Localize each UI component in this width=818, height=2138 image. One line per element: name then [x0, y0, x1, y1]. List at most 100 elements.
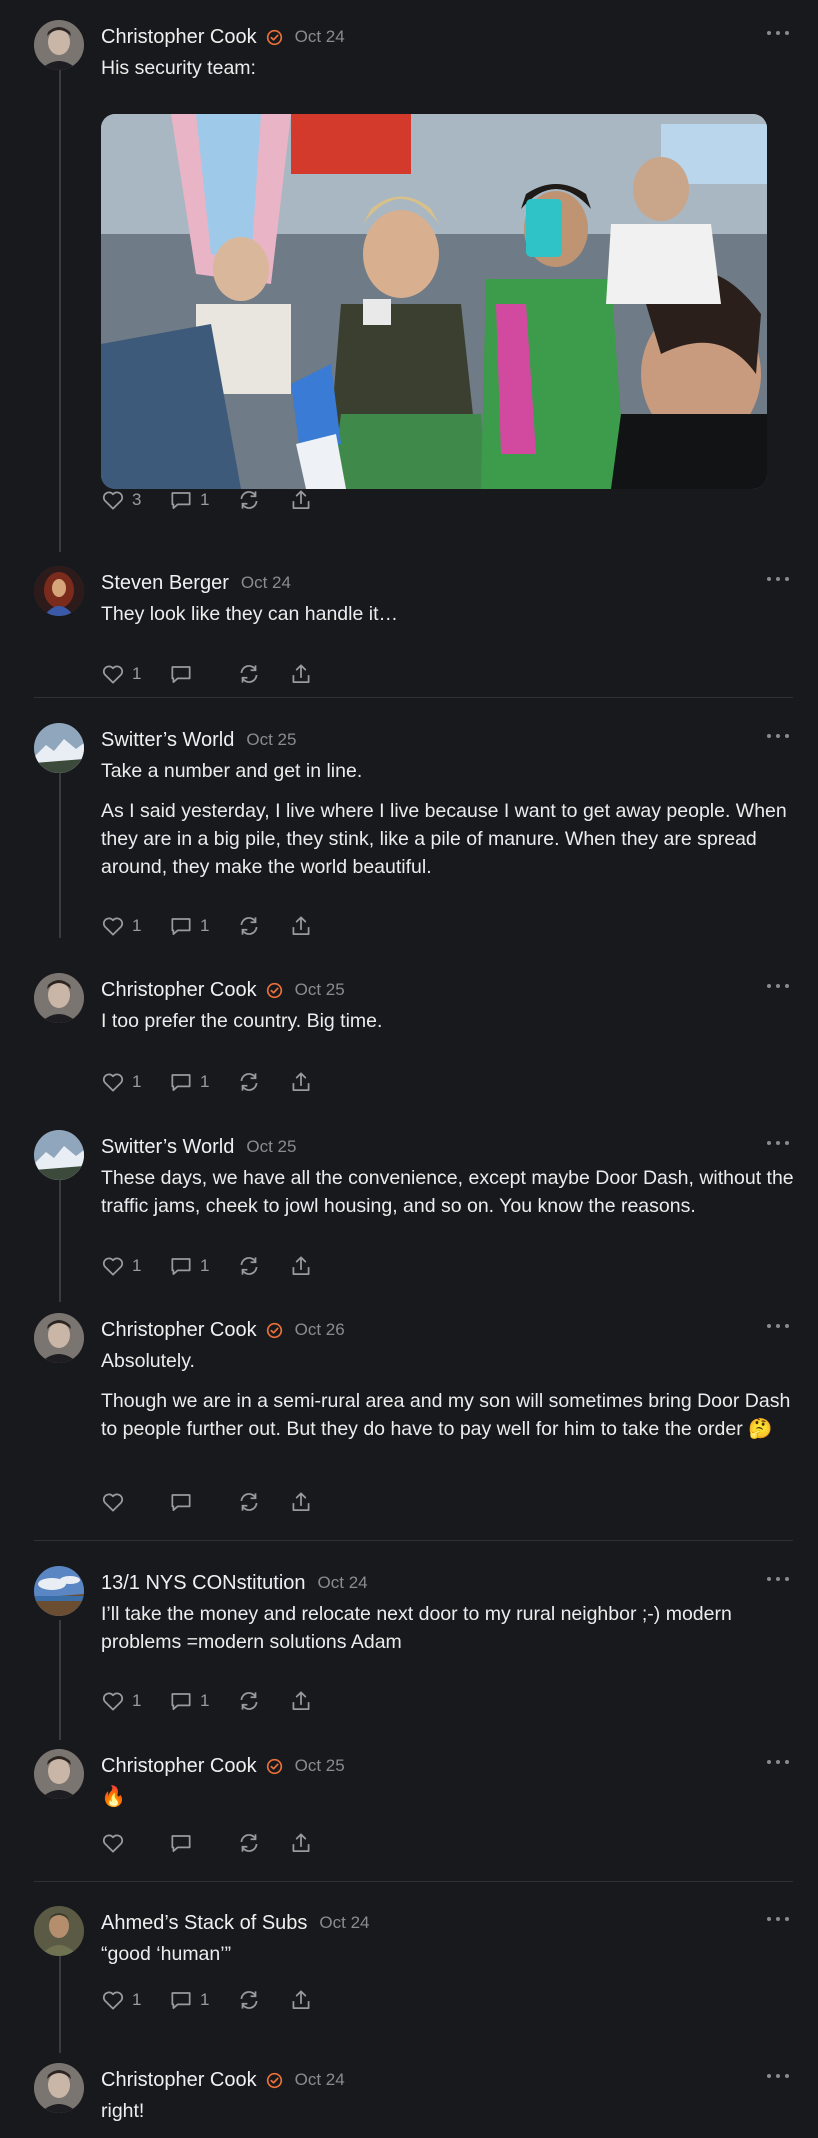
author-name[interactable]: Switter’s World — [101, 729, 234, 752]
comment-date[interactable]: Oct 24 — [318, 1573, 368, 1593]
comment-date[interactable]: Oct 24 — [295, 27, 345, 47]
author-name[interactable]: Christopher Cook — [101, 26, 257, 49]
reply-button[interactable]: 1 — [168, 487, 210, 513]
verified-badge-icon — [266, 29, 282, 45]
restack-button[interactable] — [236, 1987, 262, 2013]
more-options-icon[interactable] — [767, 979, 789, 993]
more-options-icon[interactable] — [767, 1136, 789, 1150]
verified-badge-icon — [266, 1322, 282, 1338]
share-button[interactable] — [288, 487, 314, 513]
like-button[interactable] — [100, 1489, 142, 1515]
thread-divider — [34, 1540, 793, 1541]
share-button[interactable] — [288, 1069, 314, 1095]
more-options-icon[interactable] — [767, 2069, 789, 2083]
author-name[interactable]: Christopher Cook — [101, 2069, 257, 2092]
restack-button[interactable] — [236, 1830, 262, 1856]
author-name[interactable]: Christopher Cook — [101, 1319, 257, 1342]
comment-date[interactable]: Oct 24 — [319, 1913, 369, 1933]
share-button[interactable] — [288, 913, 314, 939]
comment-text: I’ll take the money and relocate next do… — [101, 1603, 732, 1653]
heart-icon — [102, 665, 124, 684]
restack-icon — [240, 1834, 258, 1852]
comment-date[interactable]: Oct 24 — [241, 573, 291, 593]
avatar[interactable] — [34, 1313, 84, 1363]
author-name[interactable]: 13/1 NYS CONstitution — [101, 1572, 306, 1595]
avatar[interactable] — [34, 20, 84, 70]
comment-date[interactable]: Oct 26 — [295, 1320, 345, 1340]
more-options-icon[interactable] — [767, 1755, 789, 1769]
more-options-icon[interactable] — [767, 1912, 789, 1926]
avatar[interactable] — [34, 1906, 84, 1956]
like-button[interactable]: 1 — [100, 1069, 142, 1095]
author-name[interactable]: Switter’s World — [101, 1136, 234, 1159]
avatar[interactable] — [34, 2063, 84, 2113]
share-button[interactable] — [288, 1688, 314, 1714]
reply-button[interactable]: 1 — [168, 1253, 210, 1279]
reply-button[interactable]: 1 — [168, 1069, 210, 1095]
like-button[interactable]: 1 — [100, 913, 142, 939]
comment-date[interactable]: Oct 25 — [295, 1756, 345, 1776]
comment-bubble-icon — [171, 666, 191, 683]
more-options-icon[interactable] — [767, 1319, 789, 1333]
author-name[interactable]: Ahmed’s Stack of Subs — [101, 1912, 307, 1935]
comment-header: Christopher Cook Oct 24 — [101, 2065, 758, 2095]
comment-text: Though we are in a semi-rural area and m… — [101, 1390, 791, 1440]
fire-emoji: 🔥 — [101, 1786, 126, 1808]
author-name[interactable]: Christopher Cook — [101, 979, 257, 1002]
heart-icon — [102, 1493, 124, 1512]
reply-button[interactable]: 1 — [168, 913, 210, 939]
comment-date[interactable]: Oct 25 — [246, 1137, 296, 1157]
comment-date[interactable]: Oct 25 — [246, 730, 296, 750]
like-button[interactable]: 1 — [100, 661, 142, 687]
like-button[interactable]: 1 — [100, 1987, 142, 2013]
comment-bubble-icon — [171, 1992, 191, 2009]
comment-body: Absolutely. Though we are in a semi-rura… — [101, 1347, 798, 1455]
more-options-icon[interactable] — [767, 572, 789, 586]
reply-button[interactable] — [168, 1489, 210, 1515]
restack-button[interactable] — [236, 1688, 262, 1714]
thread-divider — [34, 697, 793, 698]
like-button[interactable]: 1 — [100, 1253, 142, 1279]
avatar[interactable] — [34, 566, 84, 616]
share-button[interactable] — [288, 1253, 314, 1279]
comment-header: Switter’s World Oct 25 — [101, 725, 758, 755]
restack-button[interactable] — [236, 487, 262, 513]
share-button[interactable] — [288, 1987, 314, 2013]
share-button[interactable] — [288, 1830, 314, 1856]
reply-button[interactable]: 1 — [168, 1987, 210, 2013]
avatar[interactable] — [34, 1749, 84, 1799]
comment-date[interactable]: Oct 24 — [295, 2070, 345, 2090]
share-icon — [292, 1492, 310, 1511]
restack-icon — [240, 491, 258, 509]
avatar[interactable] — [34, 973, 84, 1023]
restack-button[interactable] — [236, 913, 262, 939]
more-options-icon[interactable] — [767, 26, 789, 40]
avatar[interactable] — [34, 1566, 84, 1616]
restack-button[interactable] — [236, 1069, 262, 1095]
share-button[interactable] — [288, 661, 314, 687]
like-button[interactable]: 3 — [100, 487, 142, 513]
author-name[interactable]: Steven Berger — [101, 572, 229, 595]
author-name[interactable]: Christopher Cook — [101, 1755, 257, 1778]
comment-date[interactable]: Oct 25 — [295, 980, 345, 1000]
comment-text: They look like they can handle it… — [101, 603, 398, 625]
comment-text: These days, we have all the convenience,… — [101, 1167, 794, 1217]
restack-button[interactable] — [236, 661, 262, 687]
restack-button[interactable] — [236, 1489, 262, 1515]
share-button[interactable] — [288, 1489, 314, 1515]
like-count: 3 — [132, 490, 142, 509]
reply-button[interactable]: 1 — [168, 1688, 210, 1714]
attached-photo[interactable] — [101, 114, 767, 489]
more-options-icon[interactable] — [767, 729, 789, 743]
avatar[interactable] — [34, 723, 84, 773]
avatar[interactable] — [34, 1130, 84, 1180]
like-button[interactable]: 1 — [100, 1688, 142, 1714]
like-button[interactable] — [100, 1830, 142, 1856]
comment-body: “good ‘human’” — [101, 1940, 798, 1980]
reply-button[interactable] — [168, 661, 210, 687]
restack-button[interactable] — [236, 1253, 262, 1279]
reply-button[interactable] — [168, 1830, 210, 1856]
restack-icon — [240, 917, 258, 935]
restack-icon — [240, 1073, 258, 1091]
more-options-icon[interactable] — [767, 1572, 789, 1586]
